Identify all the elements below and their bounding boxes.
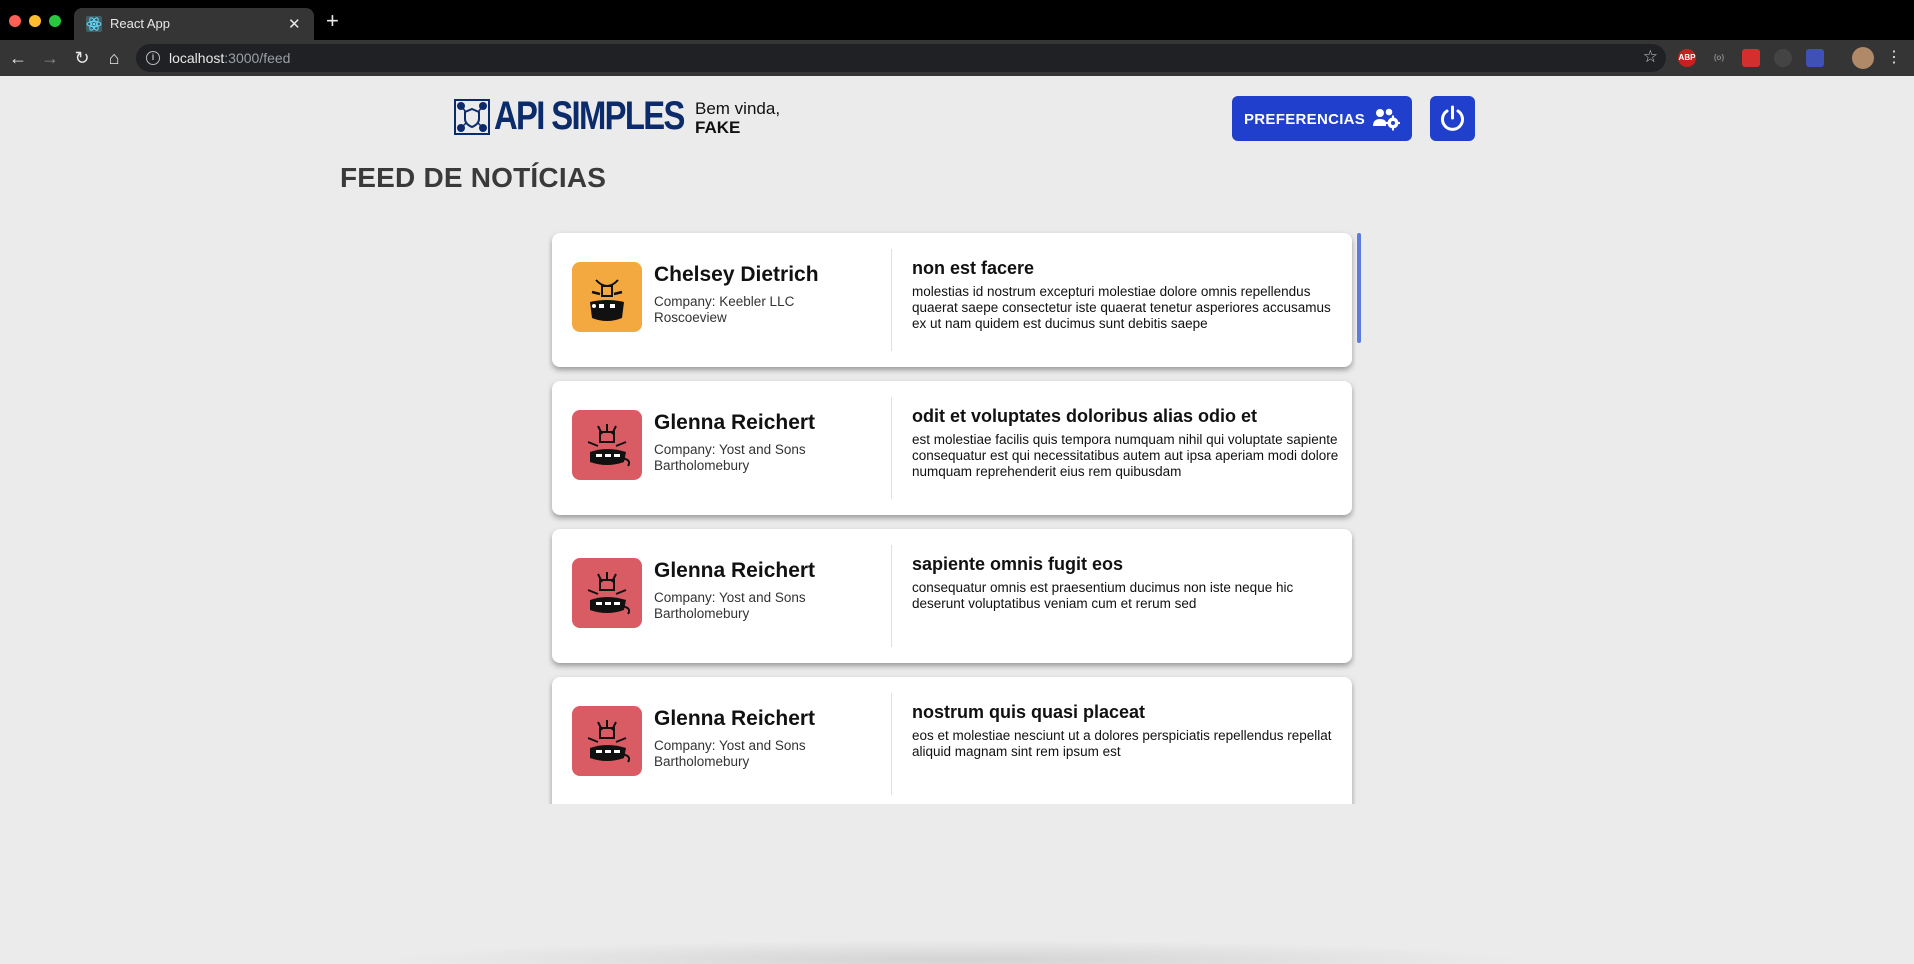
reload-icon[interactable]: ↻: [72, 48, 92, 68]
extension-icon[interactable]: [1806, 49, 1824, 67]
author-name: Chelsey Dietrich: [654, 263, 819, 286]
power-icon: [1441, 105, 1464, 131]
menu-kebab-icon[interactable]: ⋮: [1884, 48, 1904, 68]
extension-icon[interactable]: [1774, 49, 1792, 67]
greeting-text: Bem vinda,: [695, 99, 781, 118]
author-avatar: [572, 410, 642, 480]
preferences-button[interactable]: PREFERENCIAS: [1232, 96, 1412, 141]
extension-icon[interactable]: (o): [1710, 49, 1728, 67]
author-company: Company: Yost and Sons: [654, 738, 806, 753]
author-city: Bartholomebury: [654, 754, 750, 769]
user-greeting: Bem vinda, FAKE: [695, 99, 780, 137]
author-name: Glenna Reichert: [654, 411, 816, 434]
author-city: Bartholomebury: [654, 606, 750, 621]
address-bar[interactable]: i localhost:3000/feed ☆: [136, 44, 1666, 72]
post-title: sapiente omnis fugit eos: [912, 554, 1124, 574]
app-logo-text: API SIMPLES: [494, 94, 685, 138]
author-avatar: [572, 558, 642, 628]
post-title: nostrum quis quasi placeat: [912, 702, 1146, 722]
post-card: Chelsey Dietrich Company: Keebler LLC Ro…: [552, 233, 1352, 367]
home-icon[interactable]: ⌂: [104, 48, 124, 68]
monster-avatar-icon: [587, 572, 631, 615]
post-card: Glenna Reichert Company: Yost and Sons B…: [552, 677, 1352, 804]
post-body: eos et molestiae nesciunt ut a dolores p…: [912, 728, 1332, 759]
browser-tab-bar: React App ✕ +: [0, 0, 1914, 40]
post-body: est molestiae facilis quis tempora numqu…: [912, 432, 1339, 479]
author-avatar: [572, 262, 642, 332]
extension-icon[interactable]: [1742, 49, 1760, 67]
post-card: Glenna Reichert Company: Yost and Sons B…: [552, 529, 1352, 663]
post-title: odit et voluptates doloribus alias odio …: [912, 406, 1258, 426]
users-gear-icon: [1373, 108, 1400, 131]
author-name: Glenna Reichert: [654, 707, 816, 730]
author-company: Company: Keebler LLC: [654, 294, 795, 309]
url-text[interactable]: localhost:3000/feed: [169, 50, 290, 66]
profile-avatar[interactable]: [1852, 47, 1874, 69]
info-icon[interactable]: i: [146, 51, 160, 65]
author-name: Glenna Reichert: [654, 559, 816, 582]
react-favicon-icon: [86, 16, 102, 32]
bookmark-star-icon[interactable]: ☆: [1643, 47, 1658, 67]
author-city: Bartholomebury: [654, 458, 750, 473]
post-body: molestias id nostrum excepturi molestiae…: [912, 284, 1331, 331]
news-feed[interactable]: Chelsey Dietrich Company: Keebler LLC Ro…: [548, 230, 1356, 804]
monster-avatar-icon: [590, 279, 624, 321]
author-company: Company: Yost and Sons: [654, 442, 806, 457]
new-tab-button[interactable]: +: [326, 8, 339, 34]
post-title: non est facere: [912, 258, 1035, 278]
minimize-window-button[interactable]: [29, 15, 41, 27]
post-body: consequatur omnis est praesentium ducimu…: [912, 580, 1294, 611]
close-tab-icon[interactable]: ✕: [288, 15, 301, 33]
feed-scrollbar-thumb[interactable]: [1357, 233, 1361, 343]
footer-shadow: [380, 940, 1530, 964]
browser-toolbar: ← → ↻ ⌂ i localhost:3000/feed ☆ ABP (o) …: [0, 40, 1914, 76]
forward-icon[interactable]: →: [40, 48, 60, 68]
page-title: FEED DE NOTÍCIAS: [340, 162, 607, 193]
browser-tab[interactable]: React App ✕: [74, 8, 314, 40]
post-card: Glenna Reichert Company: Yost and Sons B…: [552, 381, 1352, 515]
adblock-extension-icon[interactable]: ABP: [1678, 49, 1696, 67]
author-company: Company: Yost and Sons: [654, 590, 806, 605]
tab-title: React App: [110, 16, 170, 31]
maximize-window-button[interactable]: [49, 15, 61, 27]
card-divider: [891, 249, 892, 351]
logout-button[interactable]: [1430, 96, 1475, 141]
card-divider: [891, 545, 892, 647]
card-divider: [891, 397, 892, 499]
monster-avatar-icon: [587, 424, 631, 467]
logo-network-icon: [454, 99, 490, 135]
close-window-button[interactable]: [9, 15, 21, 27]
monster-avatar-icon: [587, 720, 631, 763]
author-city: Roscoeview: [654, 310, 727, 325]
back-icon[interactable]: ←: [8, 48, 28, 68]
user-name: FAKE: [695, 118, 741, 137]
author-avatar: [572, 706, 642, 776]
card-divider: [891, 693, 892, 795]
preferences-label: PREFERENCIAS: [1244, 111, 1366, 128]
